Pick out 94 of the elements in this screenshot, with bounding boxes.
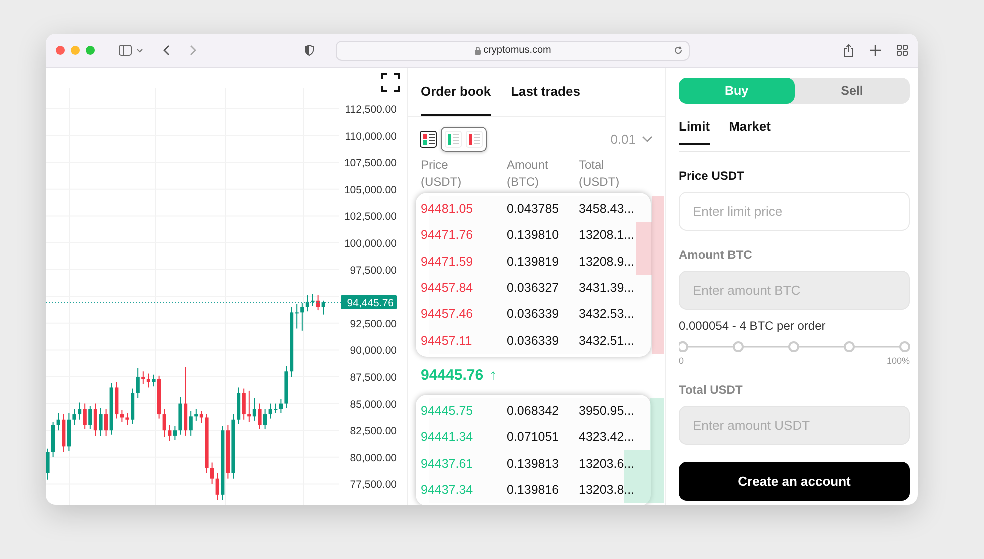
price-axis-label: 87,500.00 — [350, 372, 397, 384]
order-type-tab[interactable]: Market — [729, 119, 771, 145]
total-cell-text: 13203.8... — [579, 482, 636, 497]
total-cell-text: 3950.95... — [579, 404, 636, 418]
field-label: Total USDT — [679, 383, 744, 397]
candle — [178, 396, 182, 436]
price-cell-text: 94445.75 — [421, 404, 474, 418]
candle — [205, 414, 209, 474]
amount-cell-text: 0.068342 — [507, 404, 560, 418]
amount-cell-text: 0.036339 — [507, 307, 560, 322]
sell-button[interactable]: Sell — [794, 78, 910, 104]
shield-icon[interactable] — [305, 45, 314, 56]
amount-cell-text: 0.139810 — [507, 228, 560, 242]
tabs-overview-icon[interactable] — [897, 45, 908, 56]
candle — [311, 294, 315, 307]
price-axis-label: 77,500.00 — [350, 479, 397, 492]
price-cell-text: 94481.05 — [421, 202, 474, 216]
price-axis-label: 85,000.00 — [350, 398, 397, 411]
close-icon[interactable] — [56, 46, 65, 55]
price-cell-text: 94437.61 — [421, 456, 474, 471]
total-cell-text: 3431.39... — [579, 281, 636, 296]
price-axis-label: 92,500.00 — [350, 318, 397, 330]
amount-cell-text: 0.139816 — [507, 482, 560, 497]
price-axis-label: 102,500.00 — [344, 211, 397, 224]
order-limits-text: 0.000054 - 4 BTC per order — [679, 319, 827, 333]
price-cell-text: 94471.59 — [421, 254, 474, 269]
slider-thumb[interactable] — [679, 342, 688, 352]
price-axis-label: 105,000.00 — [344, 184, 397, 196]
reload-icon[interactable] — [674, 46, 683, 54]
bids-view-icon[interactable] — [445, 130, 462, 148]
ref-line-label: 94,445.76 — [347, 298, 394, 310]
column-header: Price (USDT) — [421, 157, 463, 191]
price-cell-text: 94457.84 — [421, 281, 474, 296]
total-cell-text: 4323.42... — [579, 430, 636, 444]
lock-icon — [474, 46, 481, 54]
price-cell-text: 94457.46 — [421, 307, 474, 322]
price-axis-label: 100,000.00 — [344, 238, 397, 250]
total-cell-text: 3432.53... — [579, 307, 636, 322]
forward-icon[interactable] — [190, 45, 197, 56]
total-cell-text: 13203.6... — [579, 456, 636, 471]
price-axis-label: 107,500.00 — [344, 158, 397, 170]
column-header: Amount (BTC) — [507, 157, 550, 191]
price-axis-label: 82,500.00 — [350, 426, 397, 438]
candle — [46, 448, 50, 480]
candle — [258, 403, 262, 430]
candle — [152, 374, 156, 388]
amount-cell-text: 0.036327 — [507, 281, 560, 296]
chevron-down-icon[interactable] — [137, 48, 143, 52]
fullscreen-icon[interactable] — [381, 73, 400, 92]
price-axis-label: 97,500.00 — [350, 264, 397, 277]
sidebar-icon[interactable] — [119, 45, 132, 56]
tab[interactable]: Order book — [421, 68, 492, 116]
field-label: Amount BTC — [679, 248, 754, 262]
price-cell-text: 94437.34 — [421, 482, 474, 497]
order-type-tab[interactable]: Limit — [679, 119, 710, 145]
tab[interactable]: Last trades — [511, 68, 580, 116]
back-icon[interactable] — [163, 45, 170, 56]
create-account-button[interactable]: Create an account — [679, 462, 910, 501]
both-view-icon[interactable] — [420, 130, 437, 148]
price-axis-label: 110,000.00 — [345, 130, 397, 143]
candle — [126, 412, 130, 426]
candle — [284, 366, 288, 409]
total-cell-text: 13208.1... — [579, 228, 636, 242]
price-cell-text: 94471.76 — [421, 228, 474, 242]
amount-cell-text: 0.139813 — [507, 456, 560, 471]
current-price-tag: 94,445.76 — [341, 296, 397, 310]
price-axis-label: 80,000.00 — [350, 452, 397, 464]
candle — [99, 408, 103, 436]
field-label: Price USDT — [679, 169, 746, 183]
amount-cell-text: 0.139819 — [507, 254, 560, 269]
slider-min-label: 0 — [679, 356, 684, 366]
total-cell-text: 3458.43... — [579, 202, 636, 216]
slider-max-label: 100% — [886, 356, 910, 366]
candle — [232, 414, 236, 480]
chevron-down-icon[interactable] — [642, 136, 653, 142]
price-axis-label: 90,000.00 — [350, 345, 397, 358]
price-cell-text: 94457.11 — [421, 334, 474, 348]
candle — [72, 408, 76, 426]
total-cell-text: 13208.9... — [579, 254, 636, 269]
price-change-arrow: ↑ — [490, 366, 498, 384]
column-header: Total (USDT) — [579, 157, 621, 191]
price-axis-label: 112,500.00 — [345, 104, 397, 116]
asks-view-icon[interactable] — [466, 130, 483, 148]
address-bar[interactable]: cryptomus.com — [336, 40, 690, 60]
price-cell-text: 94441.34 — [421, 430, 474, 444]
amount-cell-text: 0.043785 — [507, 202, 560, 216]
last-price: 94445.76 — [421, 366, 484, 384]
amount-slider[interactable] — [679, 341, 910, 353]
input-field[interactable]: Enter limit price — [679, 192, 910, 231]
total-cell-text: 3432.51... — [579, 334, 636, 348]
plus-icon[interactable] — [870, 45, 881, 56]
amount-cell-text: 0.036339 — [507, 334, 560, 348]
share-icon[interactable] — [844, 44, 854, 57]
amount-cell-text: 0.071051 — [507, 430, 560, 444]
